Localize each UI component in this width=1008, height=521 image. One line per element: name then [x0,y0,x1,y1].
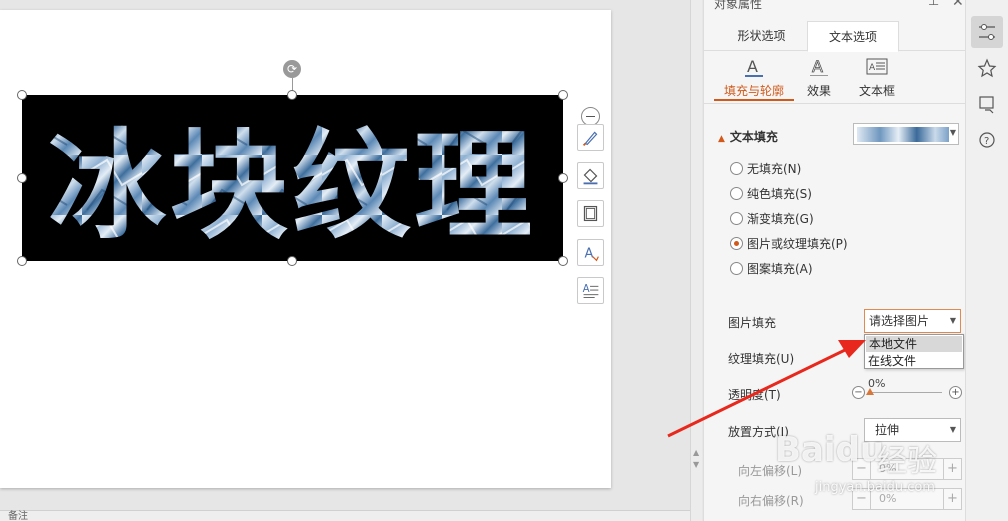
text-layout-icon[interactable]: A [577,277,604,304]
fill-preview-dropdown[interactable]: ▼ [853,123,959,145]
picture-fill-menu: 本地文件 在线文件 [864,334,964,369]
border-icon[interactable] [577,200,604,227]
resize-handle-tc[interactable] [287,90,297,100]
picture-fill-value: 请选择图片 [869,314,930,328]
svg-text:A: A [583,284,590,295]
picture-fill-label: 图片填充 [728,316,777,330]
panel-title: 对象属性 [714,0,763,11]
svg-text:A: A [584,247,593,262]
radio-label: 图片或纹理填充(P) [747,237,848,251]
help-icon[interactable]: ? [971,124,1003,156]
subtab-fill-outline[interactable]: A 填充与轮廓 [714,55,794,101]
watermark: Baidu 经验 jingyan.baidu.com [765,408,965,518]
svg-text:A: A [747,57,758,76]
subtab-textbox-label: 文本框 [858,84,895,98]
resize-handle-ml[interactable] [17,173,27,183]
chevron-down-icon: ▼ [949,316,956,325]
notes-strip[interactable]: 备注 [0,510,690,521]
ice-texture-swatch [857,127,949,142]
radio-label: 图案填充(A) [747,262,813,276]
close-icon[interactable]: ✕ [952,0,964,10]
textbox-icon: A [866,58,888,75]
watermark-brand-cn: 经验 [877,444,937,479]
resize-handle-tr[interactable] [558,90,568,100]
slider-track[interactable] [870,392,942,393]
vertical-scrollbar[interactable]: ▲ ▼ [690,0,702,521]
radio-circle [730,212,743,225]
subtab-fill-label: 填充与轮廓 [723,84,784,98]
resize-handle-mr[interactable] [558,173,568,183]
art-text: 冰块纹理 [48,117,536,255]
radio-label: 无填充(N) [747,162,802,176]
share-icon[interactable] [971,88,1003,120]
watermark-url: jingyan.baidu.com [815,480,935,495]
section-title: 文本填充 [729,130,778,144]
radio-circle [730,162,743,175]
menu-item-online-file[interactable]: 在线文件 [865,353,963,369]
art-text-graphic: 冰块纹理 [48,117,536,255]
collapse-triangle-icon: ▲ [718,134,725,144]
art-text-box[interactable]: 冰块纹理 [22,95,563,261]
svg-text:A: A [869,63,876,73]
transparency-minus-icon[interactable]: − [852,386,865,399]
scroll-down-icon[interactable]: ▼ [693,460,699,469]
radio-gradient-fill[interactable]: 渐变填充(G) [730,210,814,228]
texture-fill-label: 纹理填充(U) [728,352,795,366]
chevron-down-icon: ▼ [949,128,956,137]
text-fill-icon: A [745,57,763,77]
radio-circle [730,187,743,200]
pin-icon[interactable]: ⊥ [928,0,939,9]
panel-header: 对象属性 ⊥ ✕ [714,0,964,13]
radio-label: 渐变填充(G) [747,212,814,226]
radio-pattern-fill[interactable]: 图案填充(A) [730,260,813,278]
transparency-value: 0% [868,377,886,390]
divider [704,103,965,104]
svg-text:?: ? [984,136,989,147]
notes-label: 备注 [8,511,28,521]
resize-handle-tl[interactable] [17,90,27,100]
radio-no-fill[interactable]: 无填充(N) [730,160,801,178]
rotate-handle-icon[interactable]: ⟳ [283,60,301,78]
transparency-slider[interactable]: − 0% + [852,377,962,403]
tab-row: 形状选项 文本选项 [704,21,965,52]
resize-handle-bl[interactable] [17,256,27,266]
tab-text-options[interactable]: 文本选项 [807,21,899,52]
radio-circle [730,262,743,275]
subtab-effect[interactable]: A 效果 [799,55,839,101]
settings-sliders-icon[interactable] [971,16,1003,48]
radio-solid-fill[interactable]: 纯色填充(S) [730,185,812,203]
text-fill-section-header[interactable]: ▲ 文本填充 [718,128,778,145]
transparency-plus-icon[interactable]: + [949,386,962,399]
svg-text:A: A [812,57,823,76]
fill-bucket-icon[interactable] [577,162,604,189]
picture-fill-dropdown[interactable]: 请选择图片 ▼ [864,309,961,333]
radio-picture-fill[interactable]: 图片或纹理填充(P) [730,235,848,253]
tab-shape-options[interactable]: 形状选项 [719,21,804,51]
brush-icon[interactable] [577,124,604,151]
resize-handle-bc[interactable] [287,256,297,266]
subtab-effect-label: 效果 [806,84,831,98]
subtab-row: A 填充与轮廓 A 效果 A 文本框 [704,55,965,103]
transparency-label: 透明度(T) [728,388,781,402]
resize-handle-br[interactable] [558,256,568,266]
text-color-icon[interactable]: A [577,239,604,266]
canvas-area: ⟳ 冰块纹理 A A [0,0,690,510]
radio-label: 纯色填充(S) [747,187,812,201]
radio-circle [730,237,743,250]
subtab-textbox[interactable]: A 文本框 [852,55,902,101]
slide[interactable]: ⟳ 冰块纹理 A A [0,10,611,488]
menu-item-local-file[interactable]: 本地文件 [866,336,962,352]
star-icon[interactable] [971,52,1003,84]
watermark-brand: Baidu [775,430,885,470]
scroll-up-icon[interactable]: ▲ [693,448,699,457]
side-toolbar: ? [965,0,1008,521]
text-effect-icon: A [810,57,828,76]
